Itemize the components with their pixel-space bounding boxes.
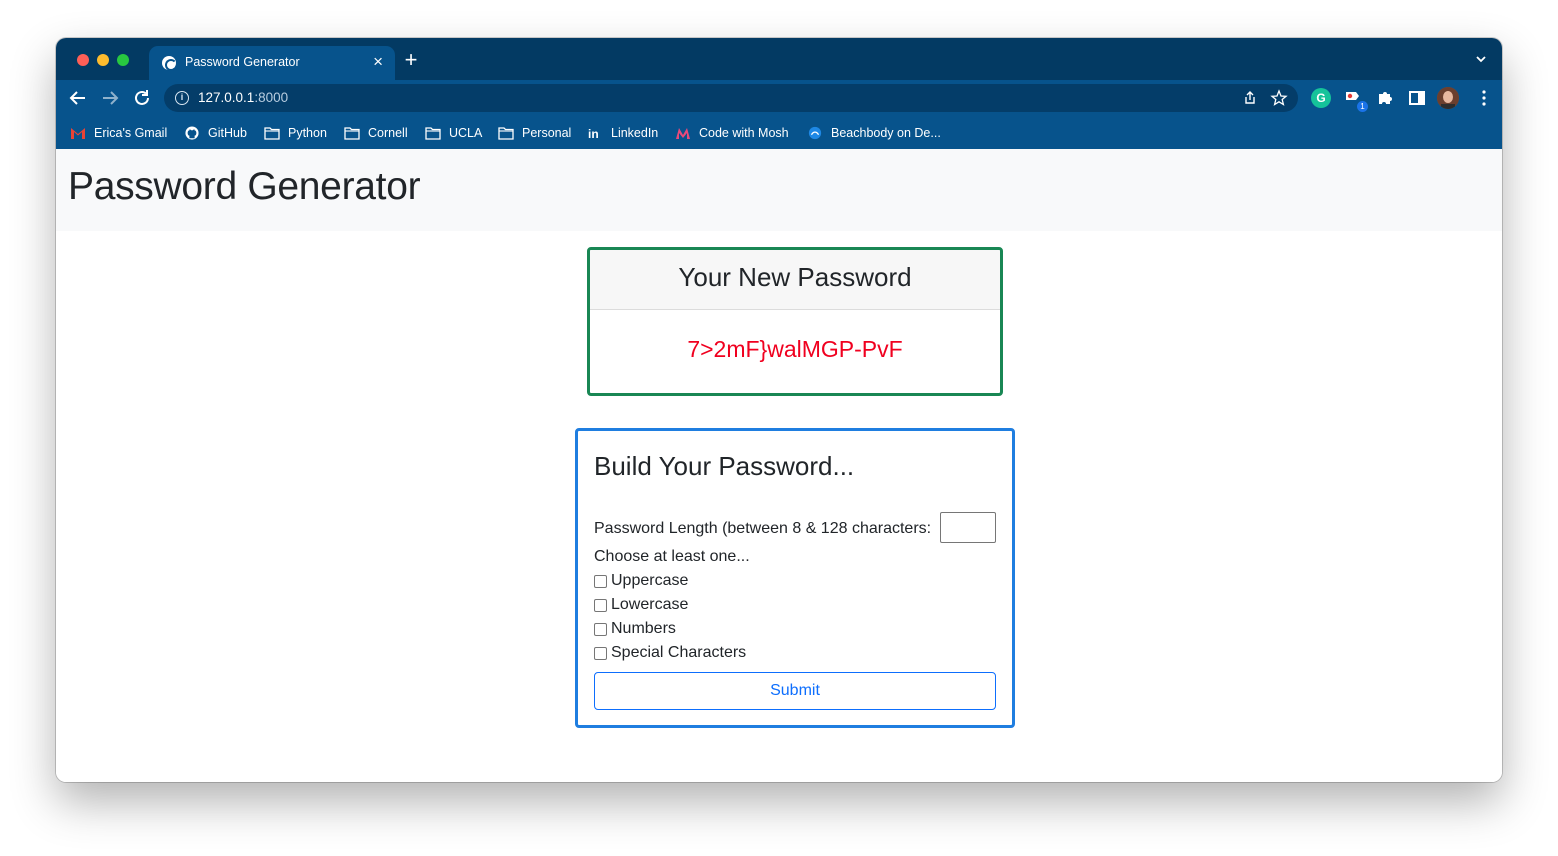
lowercase-checkbox[interactable] [594,598,607,612]
page-content: Password Generator Your New Password 7>2… [56,149,1502,782]
submit-button[interactable]: Submit [594,672,996,710]
password-builder-form: Build Your Password... Password Length (… [575,428,1015,728]
browser-window: Password Generator × + i 127.0.0.1:8000 [56,38,1502,782]
beachbody-icon [808,126,822,140]
share-icon[interactable] [1242,90,1258,106]
tab-strip: Password Generator × + [56,38,1502,80]
svg-text:in: in [588,127,599,140]
bookmark-personal[interactable]: Personal [498,124,571,142]
bookmark-label: GitHub [208,126,247,140]
close-window-button[interactable] [77,54,89,66]
bookmark-code-with-mosh[interactable]: Code with Mosh [675,124,789,142]
bookmark-star-icon[interactable] [1270,89,1288,107]
avatar-image-icon [1437,87,1459,109]
back-arrow-icon[interactable] [66,86,90,110]
bookmark-cornell[interactable]: Cornell [344,124,408,142]
bookmark-label: Code with Mosh [699,126,789,140]
bookmark-label: Personal [522,126,572,140]
length-label: Password Length (between 8 & 128 charact… [594,520,932,537]
linkedin-icon: in [588,127,599,140]
option-label: Special Characters [611,644,747,661]
builder-title: Build Your Password... [594,451,855,481]
bookmarks-bar: Erica's Gmail GitHub Python Cornell UCLA… [56,116,1502,149]
tab-close-button[interactable]: × [373,52,383,72]
github-icon [185,126,199,140]
url-host: 127.0.0.1 [198,90,255,105]
result-card-title: Your New Password [590,250,1000,310]
option-lowercase[interactable]: Lowercase [594,595,688,615]
bookmark-label: LinkedIn [611,126,659,140]
bookmark-label: Python [288,126,327,140]
option-uppercase[interactable]: Uppercase [594,571,688,591]
password-result-card: Your New Password 7>2mF}walMGP-PvF [587,247,1003,396]
reload-icon[interactable] [130,86,154,110]
minimize-window-button[interactable] [97,54,109,66]
grammarly-icon[interactable]: G [1311,88,1331,108]
bookmark-linkedin[interactable]: in LinkedIn [587,124,658,142]
bookmark-python[interactable]: Python [264,124,327,142]
uppercase-checkbox[interactable] [594,574,607,588]
url-port: :8000 [254,90,289,105]
bookmark-beachbody[interactable]: Beachbody on De... [807,124,941,142]
extension-flag-icon[interactable]: 1 [1343,88,1368,112]
folder-icon [344,127,360,140]
option-label: Uppercase [611,572,689,589]
password-length-input[interactable] [940,512,996,543]
info-icon[interactable]: i [175,91,189,105]
generated-password: 7>2mF}walMGP-PvF [687,336,903,362]
bookmark-label: UCLA [449,126,483,140]
option-label: Lowercase [611,596,689,613]
tab-title: Password Generator [185,55,300,69]
numbers-checkbox[interactable] [594,622,607,636]
bookmark-ucla[interactable]: UCLA [425,124,482,142]
maximize-window-button[interactable] [117,54,129,66]
option-special-characters[interactable]: Special Characters [594,643,746,663]
gmail-icon [71,128,85,139]
new-tab-button[interactable]: + [400,49,422,72]
special-characters-checkbox[interactable] [594,646,607,660]
profile-avatar[interactable] [1437,87,1459,109]
globe-icon [162,56,177,71]
page-header: Password Generator [56,149,1502,231]
mosh-icon [676,128,690,139]
side-panel-icon[interactable] [1407,88,1427,108]
option-label: Numbers [611,620,676,637]
forward-arrow-icon[interactable] [98,86,122,110]
option-numbers[interactable]: Numbers [594,619,676,639]
page-title: Password Generator [68,165,421,208]
folder-icon [264,127,280,140]
bookmark-label: Erica's Gmail [94,126,168,140]
folder-icon [425,127,441,140]
extension-badge: 1 [1357,101,1368,112]
kebab-menu-icon[interactable] [1474,88,1494,108]
browser-toolbar: i 127.0.0.1:8000 G 1 [56,80,1502,116]
folder-icon [498,127,514,140]
bookmark-github[interactable]: GitHub [184,124,247,142]
url-text: 127.0.0.1:8000 [198,90,288,105]
bookmark-ericas-gmail[interactable]: Erica's Gmail [70,124,167,142]
bookmark-label: Beachbody on De... [831,126,941,140]
puzzle-icon[interactable] [1375,88,1395,108]
address-bar[interactable]: i 127.0.0.1:8000 [164,84,1298,112]
bookmark-label: Cornell [368,126,408,140]
tab-password-generator[interactable]: Password Generator × [149,46,395,80]
chevron-down-icon[interactable] [1474,52,1488,66]
choose-label: Choose at least one... [594,548,750,565]
